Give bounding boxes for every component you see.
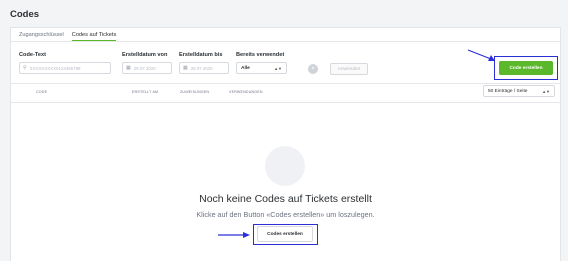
table-header-divider	[11, 102, 560, 103]
column-usages[interactable]: Verwendungen	[229, 90, 263, 94]
column-assignments[interactable]: Zuweisungen	[180, 90, 209, 94]
arrow-to-create-button-icon	[467, 49, 495, 61]
filters-divider	[11, 83, 560, 84]
page-title: Codes	[10, 9, 40, 20]
empty-state-illustration	[265, 146, 305, 186]
date-to-label: Erstelldatum bis	[179, 52, 223, 58]
column-code[interactable]: Code	[36, 90, 47, 94]
date-from-input[interactable]: ▦ 29.07.2020	[122, 62, 172, 74]
used-selected-value: Alle	[241, 65, 250, 71]
search-icon: ⚲	[23, 64, 27, 71]
used-select[interactable]: Alle ▲▼	[236, 62, 287, 74]
tabs-divider	[11, 41, 560, 42]
code-text-label: Code-Text	[19, 52, 46, 58]
filter-date-from: Erstelldatum von ▦ 29.07.2020	[122, 52, 172, 74]
empty-state-title: Noch keine Codes auf Tickets erstellt	[199, 193, 372, 205]
tab-bar: Zugangsschlüssel Codes auf Tickets	[19, 32, 117, 41]
per-page-value: 50 Einträge / Seite	[488, 88, 528, 94]
code-text-input[interactable]: ⚲ XXXXXXXXX0123456789	[19, 62, 111, 74]
code-text-placeholder: XXXXXXXXX0123456789	[29, 65, 81, 71]
used-label: Bereits verwendet	[236, 52, 285, 58]
empty-state-subtitle: Klicke auf den Button «Codes erstellen» …	[196, 210, 375, 219]
date-to-placeholder: 29.07.2020	[190, 65, 213, 71]
chevron-updown-icon: ▲▼	[274, 65, 282, 71]
date-from-label: Erstelldatum von	[122, 52, 168, 58]
date-to-input[interactable]: ▦ 29.07.2020	[179, 62, 229, 74]
codes-card: Zugangsschlüssel Codes auf Tickets Code-…	[10, 27, 561, 261]
arrow-to-empty-button-icon	[218, 232, 250, 238]
calendar-icon: ▦	[126, 64, 131, 71]
table-header: Code Erstellt am Zuweisungen Verwendunge…	[11, 88, 560, 98]
calendar-icon: ▦	[183, 64, 188, 71]
column-created-at[interactable]: Erstellt am	[132, 90, 158, 94]
highlight-box	[253, 224, 318, 245]
date-from-placeholder: 29.07.2020	[133, 65, 156, 71]
apply-button[interactable]: Anwenden	[330, 63, 368, 75]
highlight-box	[494, 56, 558, 80]
filter-code-text: Code-Text ⚲ XXXXXXXXX0123456789	[19, 52, 111, 74]
per-page-select[interactable]: 50 Einträge / Seite ▲▼	[483, 85, 555, 97]
filter-used: Bereits verwendet Alle ▲▼	[236, 52, 287, 74]
tab-zugangsschluessel[interactable]: Zugangsschlüssel	[19, 32, 64, 41]
close-icon: ×	[311, 66, 315, 72]
chevron-updown-icon: ▲▼	[542, 88, 550, 94]
tab-codes-auf-tickets[interactable]: Codes auf Tickets	[71, 32, 117, 41]
clear-filter-button[interactable]: ×	[308, 64, 318, 74]
filter-date-to: Erstelldatum bis ▦ 29.07.2020	[179, 52, 229, 74]
